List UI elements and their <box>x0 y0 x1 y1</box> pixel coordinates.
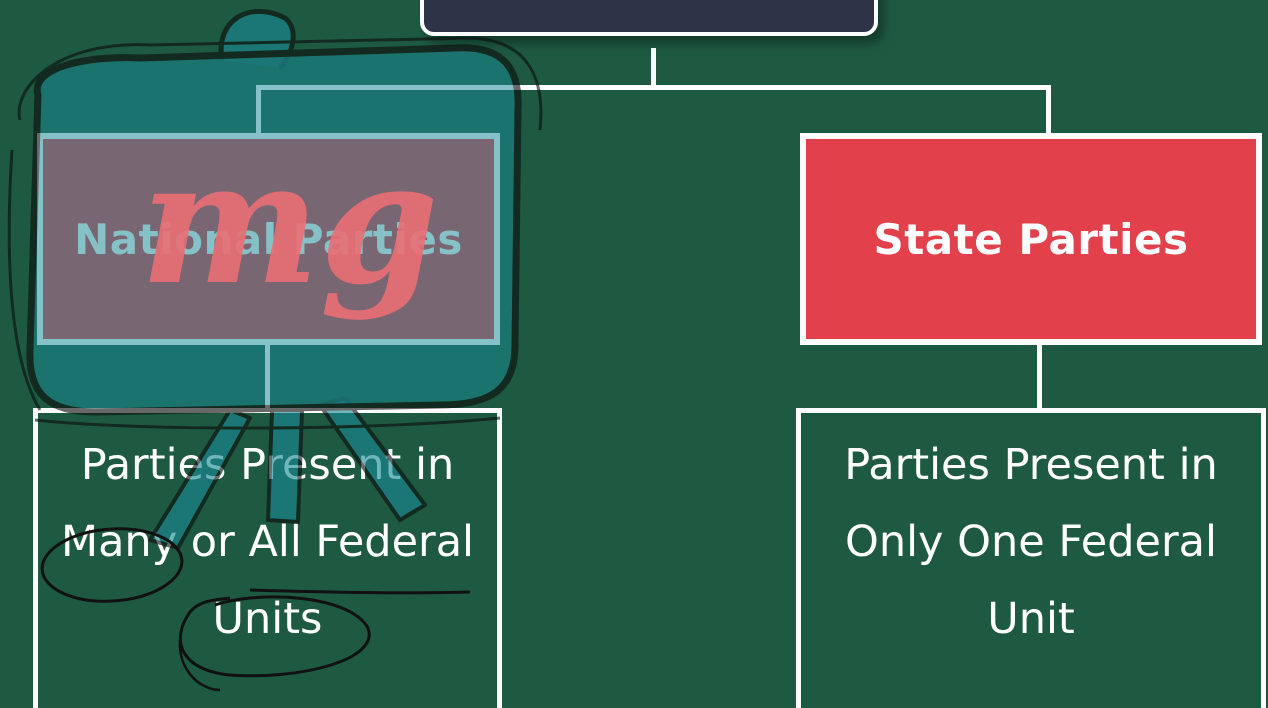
national-desc-line-1: Parties Present in <box>80 440 455 490</box>
connector-root-stem <box>651 48 656 90</box>
national-parties-title: National Parties <box>74 214 463 264</box>
connector-national-desc <box>265 343 270 411</box>
root-node <box>420 0 878 36</box>
state-desc-line-1: Parties Present in <box>844 440 1218 490</box>
connector-state-desc <box>1037 343 1042 411</box>
national-parties-description: Parties Present in Many or All Federal U… <box>33 408 502 708</box>
national-desc-line-3: Units <box>212 594 323 644</box>
connector-right-drop <box>1046 85 1051 135</box>
connector-horizontal <box>256 85 1051 90</box>
national-parties-box: National Parties <box>37 133 500 345</box>
connector-left-drop <box>256 85 261 135</box>
state-parties-description: Parties Present in Only One Federal Unit <box>796 408 1266 708</box>
state-parties-title: State Parties <box>873 214 1189 264</box>
state-desc-line-3: Unit <box>987 594 1075 644</box>
national-desc-line-2: Many or All Federal <box>60 517 474 567</box>
state-parties-box: State Parties <box>800 133 1262 345</box>
state-desc-line-2: Only One Federal <box>845 517 1217 567</box>
